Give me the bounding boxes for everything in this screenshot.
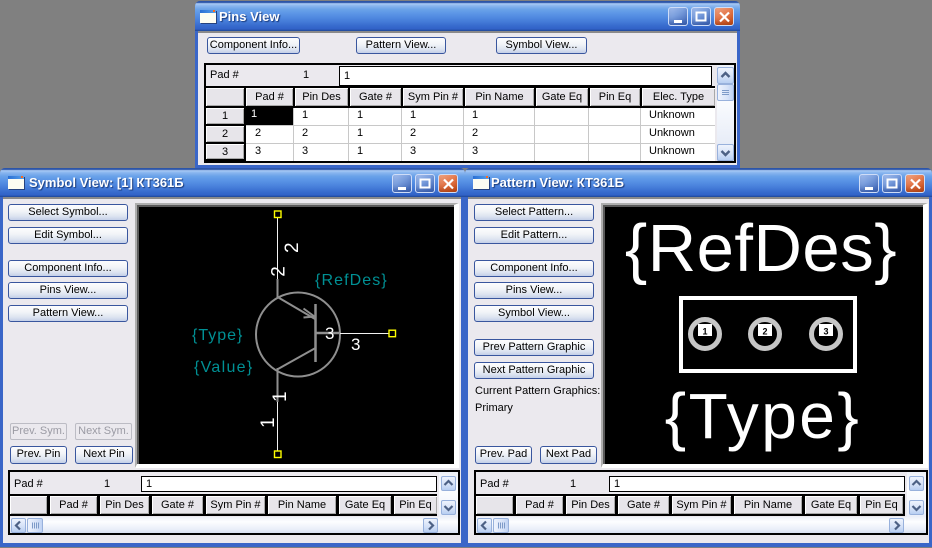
svg-text:{Value}: {Value} [194, 359, 254, 376]
svg-text:3: 3 [351, 335, 360, 354]
svg-text:1: 1 [258, 417, 279, 428]
svg-text:{Type}: {Type} [192, 327, 243, 344]
svg-text:3: 3 [325, 324, 334, 343]
svg-text:1: 1 [270, 391, 291, 402]
svg-text:{RefDes}: {RefDes} [625, 211, 897, 286]
svg-text:3: 3 [823, 327, 828, 337]
svg-text:2: 2 [762, 327, 767, 337]
svg-text:{Type}: {Type} [665, 380, 862, 452]
svg-text:{RefDes}: {RefDes} [315, 272, 388, 289]
svg-text:2: 2 [269, 266, 290, 277]
svg-text:1: 1 [702, 327, 707, 337]
svg-text:2: 2 [282, 242, 303, 253]
